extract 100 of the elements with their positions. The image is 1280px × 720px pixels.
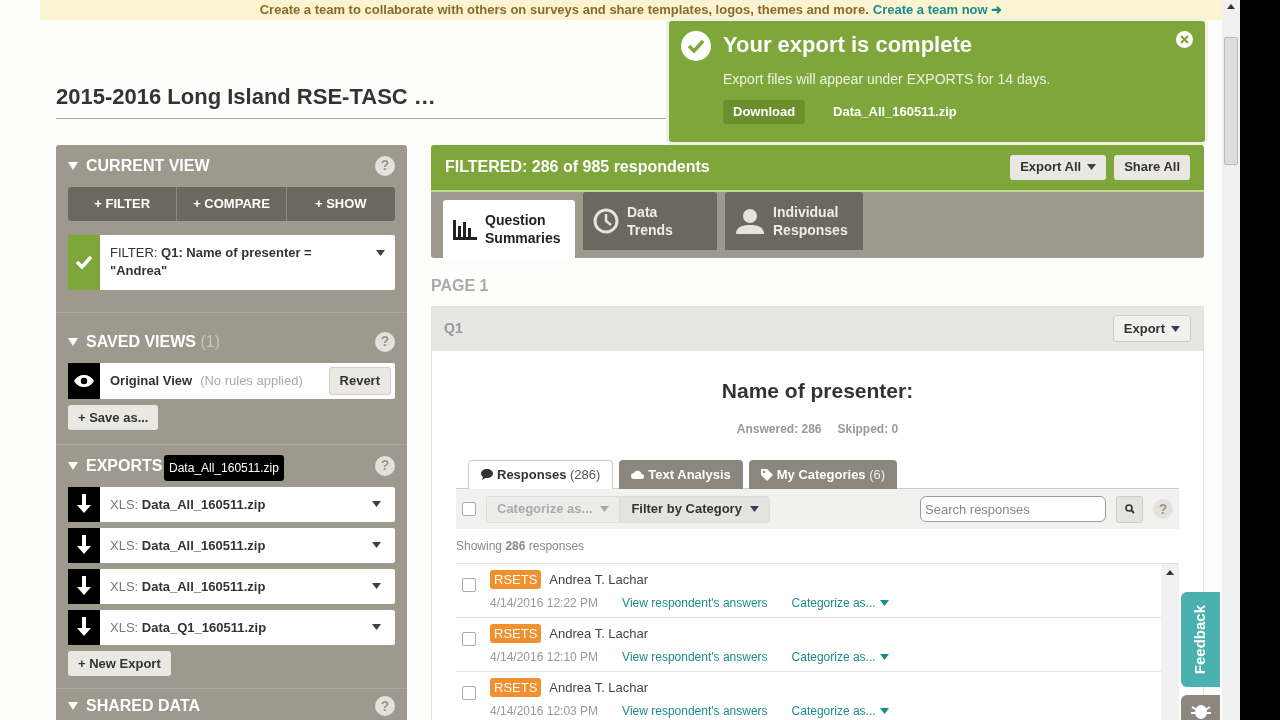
export-file: XLS: Data_All_160511.zip (110, 536, 267, 555)
filtered-count: FILTERED: 286 of 985 respondents (445, 157, 710, 177)
collapse-icon[interactable] (68, 336, 78, 347)
search-button[interactable] (1116, 495, 1143, 523)
view-tab[interactable]: Data Trends (583, 191, 717, 250)
save-as-button[interactable]: + Save as... (68, 404, 159, 430)
list-scrollbar[interactable] (1161, 564, 1179, 720)
new-export-button[interactable]: + New Export (68, 651, 171, 676)
page-scrollbar[interactable] (1222, 0, 1240, 720)
view-answers-link[interactable]: View respondent's answers (622, 647, 768, 666)
tooltip: Data_All_160511.zip (164, 454, 284, 481)
survey-title: 2015-2016 Long Island RSE-TASC … (56, 82, 436, 111)
feedback-tab[interactable]: Feedback (1181, 592, 1220, 687)
view-tab[interactable]: Question Summaries (443, 199, 575, 258)
categorize-link[interactable]: Categorize as... (791, 701, 889, 720)
response-date: 4/14/2016 12:22 PM (490, 594, 599, 612)
scroll-thumb[interactable] (1224, 37, 1238, 165)
speech-bubble-icon (481, 469, 493, 480)
categorize-link[interactable]: Categorize as... (791, 593, 889, 612)
caret-icon (1171, 325, 1180, 332)
caret-icon (372, 583, 381, 590)
response-date: 4/14/2016 12:03 PM (490, 702, 599, 720)
add-action-button[interactable]: + COMPARE (176, 186, 286, 221)
cloud-icon (631, 470, 645, 479)
create-team-link[interactable]: Create a team now ➜ (872, 0, 1003, 20)
help-icon[interactable]: ? (1153, 499, 1173, 519)
filter-checkbox[interactable] (68, 234, 100, 290)
help-icon[interactable]: ? (375, 696, 395, 716)
bug-report-tab[interactable] (1181, 695, 1220, 720)
saved-view-name[interactable]: Original View (110, 370, 193, 391)
download-icon (76, 494, 92, 515)
caret-icon (372, 542, 381, 549)
question-number: Q1 (444, 319, 463, 338)
showing-count: Showing 286 responses (456, 538, 586, 555)
respondent-name: Andrea T. Lachar (549, 625, 649, 643)
clock-icon (593, 207, 619, 234)
download-icon (76, 576, 92, 597)
caret-icon (376, 249, 385, 256)
export-file: XLS: Data_All_160511.zip (110, 495, 267, 514)
caret-icon (879, 653, 889, 660)
collapse-icon[interactable] (68, 460, 78, 471)
help-icon[interactable]: ? (375, 155, 395, 176)
filter-category-dropdown[interactable]: Filter by Category (620, 495, 770, 523)
revert-button[interactable]: Revert (328, 366, 391, 395)
add-action-button[interactable]: + SHOW (285, 186, 395, 221)
toast-message: Export files will appear under EXPORTS for 14 days. (723, 70, 1052, 89)
tag-icon (760, 468, 773, 481)
response-checkbox[interactable] (462, 578, 476, 592)
eye-icon (74, 374, 94, 387)
search-field[interactable]: Search responses (920, 496, 1106, 522)
help-icon[interactable]: ? (375, 331, 395, 352)
scroll-up-icon[interactable] (1166, 570, 1174, 575)
person-icon (735, 207, 765, 234)
add-action-button[interactable]: + FILTER (68, 186, 177, 221)
help-icon[interactable]: ? (375, 455, 395, 476)
response-tab[interactable]: My Categories (6) (748, 460, 898, 489)
response-tab[interactable]: Responses (286) (468, 460, 614, 489)
export-item[interactable]: XLS: Data_All_160511.zip (68, 527, 395, 563)
collapse-icon[interactable] (68, 160, 78, 171)
toast-title: Your export is complete (723, 31, 973, 59)
view-tab[interactable]: Individual Responses (725, 191, 863, 250)
export-item[interactable]: XLS: Data_Q1_160511.zip (68, 609, 395, 645)
respondent-name: Andrea T. Lachar (549, 679, 649, 697)
caret-icon (372, 501, 381, 508)
respondent-tag: RSETS (490, 624, 542, 644)
question-title: Name of presenter: (720, 377, 915, 404)
collapse-icon[interactable] (68, 701, 78, 711)
export-file: XLS: Data_All_160511.zip (110, 577, 267, 596)
banner-text: Create a team to collaborate with others on surveys and share templates, logos, themes and more. (259, 1, 869, 19)
download-icon (76, 535, 92, 556)
section-heading[interactable]: SHARED DATA (86, 694, 201, 718)
categorize-link[interactable]: Categorize as... (791, 647, 889, 666)
toast-file: Data_All_160511.zip (833, 103, 957, 122)
skipped-count: Skipped: 0 (837, 421, 899, 438)
response-checkbox[interactable] (462, 686, 476, 700)
caret-icon (1087, 164, 1097, 170)
response-tab[interactable]: Text Analysis (619, 460, 743, 489)
check-circle-icon (681, 31, 711, 61)
scroll-up-icon[interactable] (1227, 4, 1235, 9)
section-heading[interactable]: EXPORTS (86, 453, 163, 478)
caret-icon (879, 599, 889, 606)
caret-icon (879, 707, 889, 714)
response-checkbox[interactable] (462, 632, 476, 646)
close-icon[interactable] (1176, 31, 1193, 48)
view-answers-link[interactable]: View respondent's answers (622, 593, 768, 612)
export-item[interactable]: XLS: Data_All_160511.zip (68, 486, 395, 522)
select-all-checkbox[interactable] (462, 502, 476, 516)
download-button[interactable]: Download (723, 100, 806, 124)
header-button[interactable]: Export All (1010, 154, 1107, 180)
export-button[interactable]: Export (1112, 315, 1191, 342)
section-heading[interactable]: CURRENT VIEW (86, 153, 210, 178)
export-item[interactable]: XLS: Data_All_160511.zip (68, 568, 395, 604)
search-icon (1124, 504, 1135, 514)
header-button[interactable]: Share All (1114, 154, 1190, 180)
export-file: XLS: Data_Q1_160511.zip (110, 618, 268, 637)
page-label: PAGE 1 (431, 275, 490, 296)
view-answers-link[interactable]: View respondent's answers (622, 701, 768, 720)
respondent-tag: RSETS (490, 678, 542, 698)
response-date: 4/14/2016 12:10 PM (490, 648, 599, 666)
answered-count: Answered: 286 (736, 421, 822, 438)
